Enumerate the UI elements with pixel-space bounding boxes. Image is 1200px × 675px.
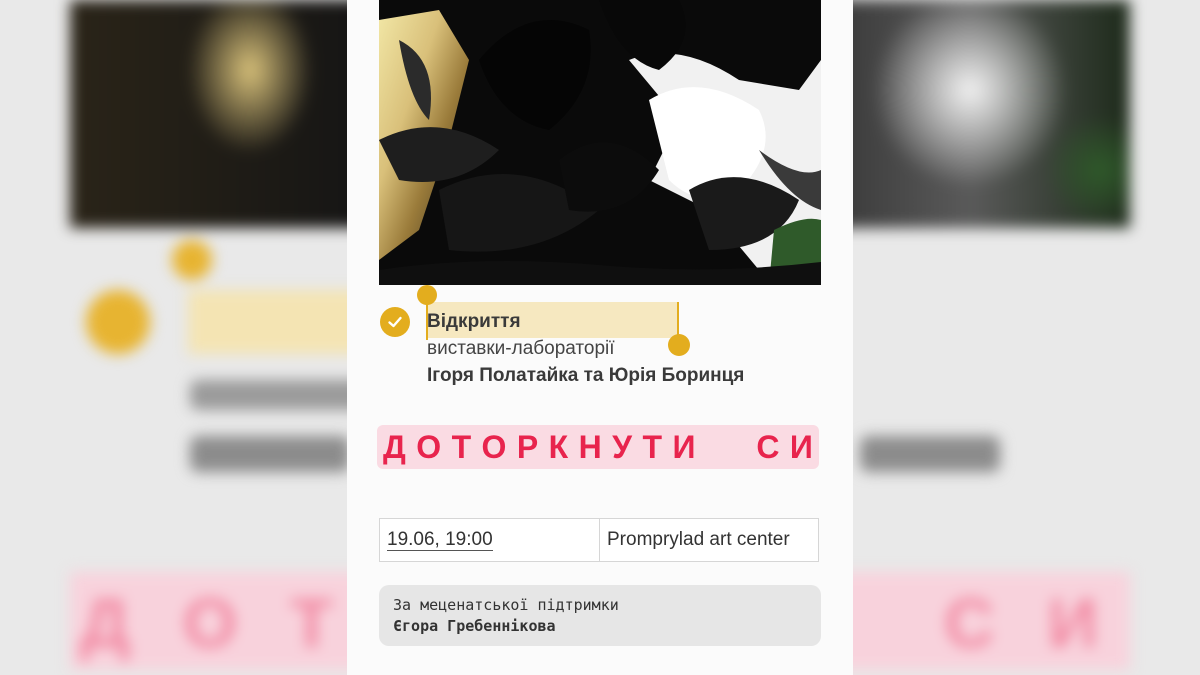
event-title-artists: Ігоря Полатайка та Юрія Боринця (427, 365, 745, 386)
event-info-table: 19.06, 19:00 Promprylad art center (379, 518, 819, 562)
event-title-line1: Відкриття (427, 311, 521, 332)
background-text-blur (860, 436, 1000, 472)
foliage-photo-image (379, 0, 821, 285)
event-card-screen: Відкриття виставки-лабораторії Ігоря Пол… (347, 0, 853, 675)
sponsor-name: Єгора Гребеннікова (393, 617, 556, 635)
event-datetime-cell: 19.06, 19:00 (380, 519, 600, 561)
background-text-blur (190, 436, 350, 472)
headline-letter: О (416, 428, 442, 465)
headline-letter: С (756, 428, 780, 465)
headline-letter: Т (642, 428, 663, 465)
sponsor-label: За меценатської підтримки (393, 596, 619, 614)
headline-letter: Д (383, 428, 406, 465)
background-check-blur (86, 290, 150, 354)
sponsor-card: За меценатської підтримки Єгора Гребенні… (379, 585, 821, 646)
headline-letter: У (612, 428, 633, 465)
event-title-block: Відкриття виставки-лабораторії Ігоря Пол… (379, 285, 821, 394)
exhibition-headline: Д О Т О Р К Н У Т И С И (377, 425, 819, 469)
event-photo[interactable] (379, 0, 821, 285)
event-venue-cell: Promprylad art center (607, 529, 790, 550)
headline-letter: К (548, 428, 569, 465)
headline-letter: Р (516, 428, 539, 465)
headline-letter: Т (451, 428, 472, 465)
event-datetime-link[interactable]: 19.06, 19:00 (387, 529, 493, 551)
headline-letter: И (672, 428, 696, 465)
background-handle-blur (172, 240, 212, 280)
background-text-blur (190, 380, 370, 410)
event-title-line2: виставки-лабораторії (427, 338, 615, 359)
selection-end-handle[interactable] (668, 334, 690, 356)
checkmark-circle-icon[interactable] (380, 307, 410, 337)
headline-letter: Н (578, 428, 602, 465)
selection-start-handle[interactable] (417, 285, 437, 305)
headline-letter: И (789, 428, 813, 465)
headline-letter: О (481, 428, 507, 465)
